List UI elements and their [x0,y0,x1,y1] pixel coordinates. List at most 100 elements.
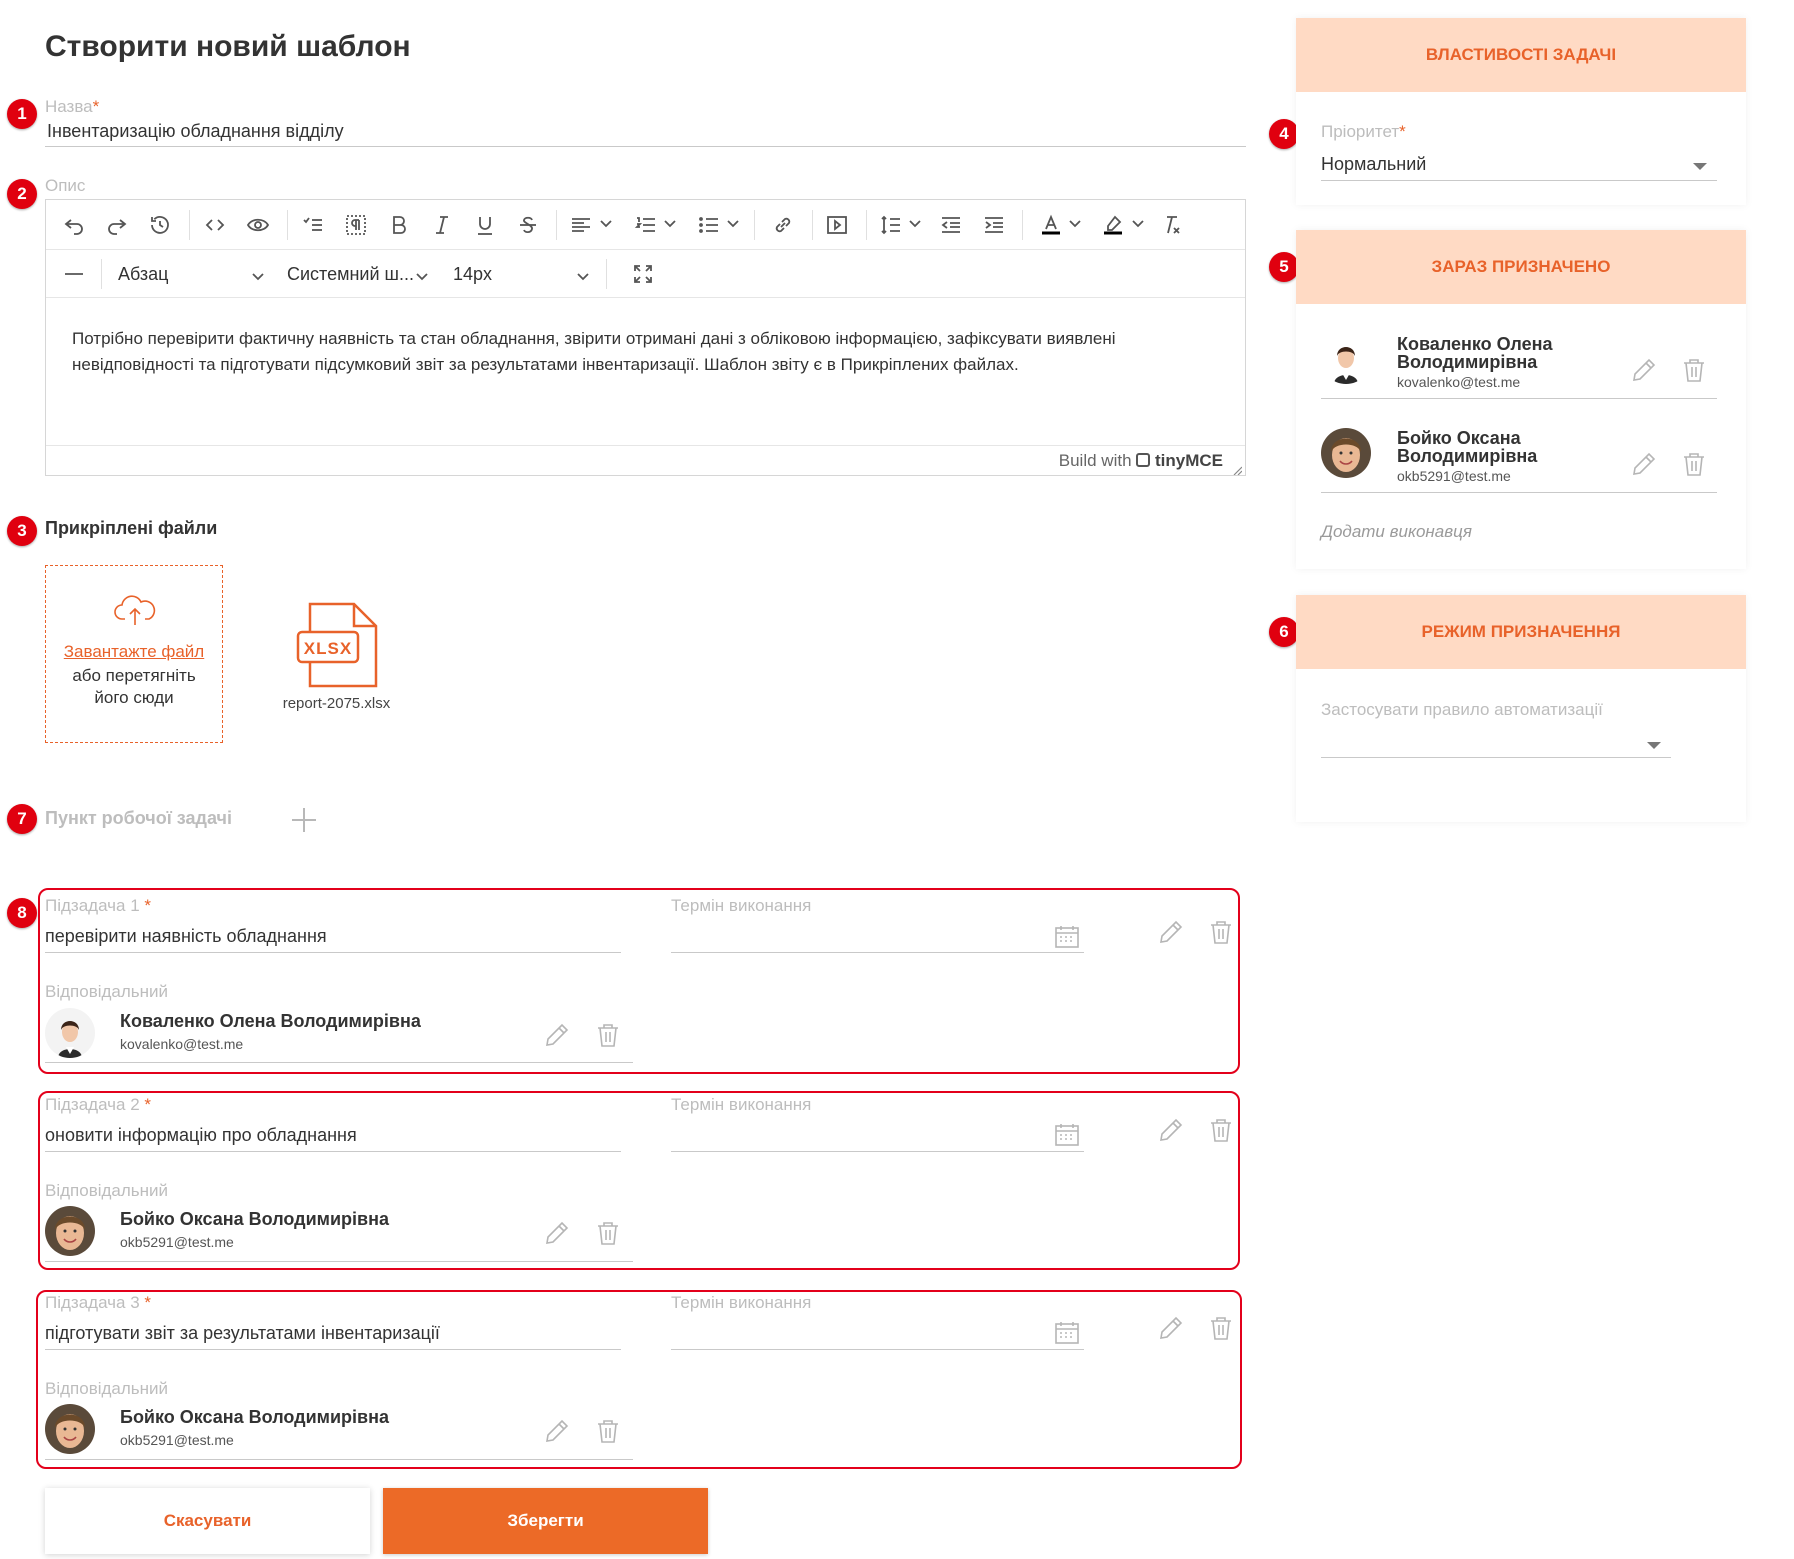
person-name: Бойко Оксана Володимирівна [1397,428,1538,466]
delete-trash-icon[interactable] [1680,450,1708,478]
deadline-label: Термін виконання [671,896,812,915]
attachment-file[interactable]: XLSX report-2075.xlsx [254,576,419,742]
redo-icon[interactable] [102,210,132,240]
properties-panel: ВЛАСТИВОСТІ ЗАДАЧІ Пріоритет* Нормальний [1296,18,1746,205]
divider [45,1459,633,1460]
work-item-label: Пункт робочої задачі [45,808,232,828]
underline-icon[interactable] [470,210,500,240]
edit-pencil-icon[interactable] [543,1219,571,1247]
strikethrough-icon[interactable] [513,210,543,240]
line-height-dropdown-icon[interactable] [908,216,922,230]
line-height-icon[interactable] [876,210,906,240]
text-color-icon[interactable] [1036,210,1066,240]
badge-4: 4 [1269,119,1299,149]
clear-formatting-icon[interactable] [1156,210,1186,240]
tinymce-logo-icon [1136,453,1151,467]
chevron-down-icon [576,267,590,288]
delete-trash-icon[interactable] [594,1219,622,1247]
delete-trash-icon[interactable] [1207,1314,1235,1342]
automation-rule-select[interactable] [1321,731,1671,758]
edit-pencil-icon[interactable] [1157,918,1185,946]
tinymce-branding[interactable]: Build with tinyMCE [1059,451,1223,471]
priority-select[interactable]: Нормальний [1321,154,1717,181]
delete-trash-icon[interactable] [1207,918,1235,946]
preview-eye-icon[interactable] [243,210,273,240]
edit-pencil-icon[interactable] [1157,1116,1185,1144]
calendar-icon[interactable] [1054,924,1080,950]
deadline-input[interactable] [671,926,1084,953]
source-code-icon[interactable] [200,210,230,240]
delete-trash-icon[interactable] [1680,356,1708,384]
edit-pencil-icon[interactable] [1630,356,1658,384]
history-icon[interactable] [145,210,175,240]
subtask-input[interactable]: перевірити наявність обладнання [45,926,621,953]
bullet-list-icon[interactable] [694,210,724,240]
resize-handle-icon[interactable] [1232,462,1243,476]
edit-pencil-icon[interactable] [1157,1314,1185,1342]
fullscreen-icon[interactable] [628,259,658,289]
highlight-color-dropdown-icon[interactable] [1131,216,1145,230]
editor-content[interactable]: Потрібно перевірити фактичну наявність т… [72,326,1222,378]
save-button[interactable]: Зберегти [383,1488,708,1554]
align-dropdown-icon[interactable] [599,216,613,230]
bold-icon[interactable] [384,210,414,240]
upload-dropzone[interactable]: Завантажте файл або перетягніть його сюд… [45,565,223,743]
badge-2: 2 [7,179,37,209]
outdent-icon[interactable] [936,210,966,240]
subtask-label: Підзадача 2 * [45,1095,152,1114]
font-family-select[interactable]: Системний ш... [277,258,437,290]
block-format-select[interactable]: Абзац [108,258,273,290]
link-icon[interactable] [768,210,798,240]
edit-pencil-icon[interactable] [543,1417,571,1445]
edit-pencil-icon[interactable] [1630,450,1658,478]
delete-trash-icon[interactable] [1207,1116,1235,1144]
italic-icon[interactable] [427,210,457,240]
badge-7: 7 [7,804,37,834]
visual-blocks-icon[interactable] [341,210,371,240]
description-label: Опис [45,176,86,195]
cancel-button[interactable]: Скасувати [45,1488,370,1554]
assignment-mode-panel: РЕЖИМ ПРИЗНАЧЕННЯ Застосувати правило ав… [1296,595,1746,822]
subtask-input[interactable]: оновити інформацію про обладнання [45,1125,621,1152]
numbered-list-icon[interactable] [631,210,661,240]
automation-rule-label: Застосувати правило автоматизації [1321,700,1603,719]
delete-trash-icon[interactable] [594,1021,622,1049]
align-left-icon[interactable] [566,210,596,240]
person-name: Бойко Оксана Володимирівна [120,1209,389,1229]
properties-title: ВЛАСТИВОСТІ ЗАДАЧІ [1296,18,1746,92]
deadline-input[interactable] [671,1323,1084,1350]
calendar-icon[interactable] [1054,1122,1080,1148]
priority-label: Пріоритет* [1321,122,1406,141]
subtask-input[interactable]: підготувати звіт за результатами інвента… [45,1323,621,1350]
name-input[interactable]: Інвентаризацію обладнання відділу [45,121,1246,147]
divider [45,1062,633,1063]
deadline-input[interactable] [671,1125,1084,1152]
avatar [45,1404,95,1454]
person-name: Бойко Оксана Володимирівна [120,1407,389,1427]
bullet-list-dropdown-icon[interactable] [726,216,740,230]
add-assignee-link[interactable]: Додати виконавця [1321,522,1472,542]
subtask-label: Підзадача 1 * [45,896,152,915]
assigned-title: ЗАРАЗ ПРИЗНАЧЕНО [1296,230,1746,304]
calendar-icon[interactable] [1054,1320,1080,1346]
indent-icon[interactable] [979,210,1009,240]
person-email: okb5291@test.me [120,1234,234,1250]
edit-pencil-icon[interactable] [543,1021,571,1049]
upload-file-link[interactable]: Завантажте файл [46,642,222,662]
delete-trash-icon[interactable] [594,1417,622,1445]
divider [1321,398,1717,399]
numbered-list-dropdown-icon[interactable] [663,216,677,230]
upload-hint: або перетягніть його сюди [72,666,196,707]
media-icon[interactable] [822,210,852,240]
file-name: report-2075.xlsx [282,695,391,712]
add-work-item-button[interactable] [290,806,318,834]
text-color-dropdown-icon[interactable] [1068,216,1082,230]
assignment-mode-title: РЕЖИМ ПРИЗНАЧЕННЯ [1296,595,1746,669]
highlight-color-icon[interactable] [1098,210,1128,240]
undo-icon[interactable] [59,210,89,240]
horizontal-rule-icon[interactable] [59,259,89,289]
checklist-icon[interactable] [298,210,328,240]
font-size-select[interactable]: 14px [443,258,598,290]
avatar [45,1206,95,1256]
chevron-down-icon [251,267,265,288]
